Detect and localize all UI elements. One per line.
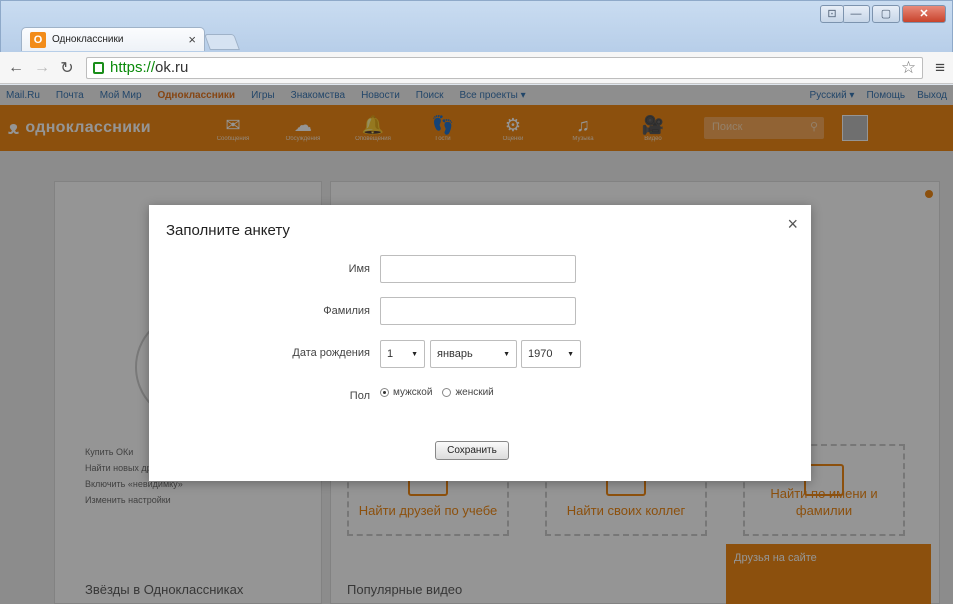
reload-icon[interactable]: ↻ [60,58,74,78]
minimize-button[interactable]: — [842,5,870,23]
chevron-down-icon: ▼ [567,350,574,358]
save-button[interactable]: Сохранить [435,441,509,460]
gender-label: Пол [349,390,370,402]
browser-menu-icon[interactable]: ≡ [935,58,945,78]
gender-female-radio[interactable] [442,388,452,397]
close-icon[interactable]: × [787,214,798,235]
url-scheme: https:// [110,59,156,76]
url-text: https://ok.ru [110,59,188,76]
birth-date-row: Дата рождения 1 ▼ январь ▼ 1970 ▼ [149,339,811,369]
tab-title: Одноклассники [52,34,124,45]
url-host: ok.ru [155,59,189,76]
address-bar[interactable]: https://ok.ru ☆ [86,56,924,79]
birth-year-select[interactable]: 1970 ▼ [521,340,581,368]
lock-icon [93,61,104,74]
gender-radios: мужской женский [380,387,494,398]
window-controls: — ▢ ✕ [842,5,946,23]
first-name-field[interactable] [380,255,576,283]
gender-male-radio[interactable] [380,388,389,397]
ok-favicon-icon: О [30,31,46,48]
gender-female-label: женский [455,387,494,398]
birth-month-value: январь [437,348,473,360]
birth-year-value: 1970 [528,348,553,360]
gender-male-option[interactable]: мужской [380,387,432,398]
last-name-field[interactable] [380,297,576,325]
forward-arrow-icon[interactable]: → [34,59,50,77]
first-name-label: Имя [348,263,370,275]
bookmark-star-icon[interactable]: ☆ [901,58,916,78]
birth-day-select[interactable]: 1 ▼ [380,340,425,368]
close-window-button[interactable]: ✕ [902,5,946,23]
last-name-label: Фамилия [323,305,370,317]
birth-day-value: 1 [387,348,394,360]
modal-title: Заполните анкету [166,222,290,239]
profile-button[interactable]: ⊡ [820,5,844,23]
birth-date-label: Дата рождения [292,347,370,359]
gender-female-option[interactable]: женский [442,387,494,398]
chevron-down-icon: ▼ [411,350,418,358]
browser-tab[interactable]: О Одноклассники × [21,27,205,51]
browser-titlebar: О Одноклассники × — ▢ ✕ ⊡ [0,0,953,56]
first-name-row: Имя [149,255,811,285]
tab-close-icon[interactable]: × [188,32,196,47]
back-arrow-icon[interactable]: ← [8,59,24,77]
profile-form-modal: Заполните анкету × Имя Фамилия Дата рожд… [149,205,811,481]
birth-month-select[interactable]: январь ▼ [430,340,517,368]
browser-toolbar: ← → ↻ https://ok.ru ☆ ≡ [0,52,953,84]
new-tab-button[interactable] [204,34,240,50]
maximize-button[interactable]: ▢ [872,5,900,23]
chevron-down-icon: ▼ [503,350,510,358]
last-name-row: Фамилия [149,297,811,327]
gender-row: Пол мужской женский [149,382,811,412]
gender-male-label: мужской [393,387,433,398]
